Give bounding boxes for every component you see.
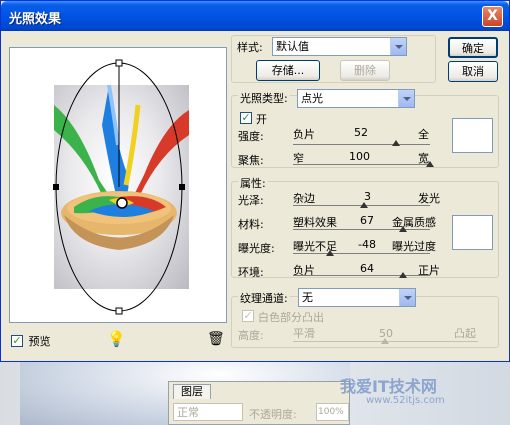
material-slider-track[interactable] [293,229,430,230]
focus-slider-track[interactable] [293,164,430,165]
ok-button[interactable]: 确定 [448,37,498,58]
close-icon: X [487,8,498,24]
material-min-label: 塑料效果 [293,216,337,229]
ambience-slider-track[interactable] [293,275,430,276]
save-button[interactable]: 存储... [256,60,320,81]
light-handle-left [53,184,59,190]
texture-channel-value: 无 [302,291,313,304]
white-high-label: 白色部分凸出 [258,311,324,324]
chevron-down-icon[interactable] [398,90,414,107]
light-type-value: 点光 [301,92,323,105]
intensity-label: 强度: [238,130,264,143]
gloss-label: 光泽: [238,194,264,207]
blend-mode-value: 正常 [177,406,199,419]
light-handle-bottom [115,307,123,315]
opacity-value: 100% [318,407,344,417]
style-select[interactable]: 默认值 [272,37,407,56]
light-type-group: 光照类型: 点光 ✓ 开 强度: 负片 52 全 聚焦: 窄 100 宽 [231,89,499,168]
height-max-label: 凸起 [454,327,476,340]
properties-title: 属性: [238,175,268,191]
save-button-label: 存储... [271,64,305,77]
light-on-label: 开 [256,113,267,126]
blend-mode-select[interactable]: 正常 [173,403,243,421]
layers-panel: 图层 正常 不透明度: 100% [168,381,350,425]
gloss-slider-thumb[interactable] [360,202,368,208]
gloss-max-label: 发光 [418,192,440,205]
opacity-label: 不透明度: [249,408,297,421]
gloss-min-label: 杂边 [293,192,315,205]
light-ellipse-overlay[interactable] [10,48,228,324]
layers-tab-label: 图层 [181,385,203,398]
delete-button-label: 删除 [354,64,376,77]
lightbulb-icon[interactable]: 💡 [107,330,126,348]
cancel-button[interactable]: 取消 [448,61,498,82]
ambience-slider-thumb[interactable] [399,272,407,278]
style-value: 默认值 [276,40,309,53]
preview-area[interactable] [9,47,227,323]
light-handle-top [115,59,123,67]
material-slider-thumb[interactable] [399,226,407,232]
texture-channel-select[interactable]: 无 [298,288,416,307]
properties-group: 属性: 光泽: 杂边 3 发光 材料: 塑料效果 67 金属质感 曝光度: 曝光… [231,175,499,279]
material-label: 材料: [238,218,264,231]
preview-checkbox[interactable]: ✓ [11,335,23,347]
watermark-text: 我爱IT技术网 [340,377,437,396]
light-type-label: 光照类型: [238,90,290,106]
dialog-title: 光照效果 [9,12,62,27]
focus-label: 聚焦: [238,154,264,167]
material-value: 67 [360,214,374,227]
preview-controls: ✓ 预览 💡 🗑 [11,330,226,349]
height-slider-thumb[interactable] [381,338,389,344]
exposure-label: 曝光度: [238,242,275,255]
delete-button[interactable]: 删除 [340,60,390,81]
tab-layers[interactable]: 图层 [173,384,211,399]
style-label: 样式: [237,41,263,54]
lighting-effects-dialog: 光照效果 X ✓ 预览 💡 🗑 样式: 默认值 存储... 删除 确定 取消 光… [0,0,510,362]
trash-icon[interactable]: 🗑 [207,331,225,347]
height-label: 高度: [238,329,264,342]
close-button[interactable]: X [482,6,503,27]
exposure-max-label: 曝光过度 [392,240,436,253]
exposure-slider-thumb[interactable] [326,250,334,256]
light-type-select[interactable]: 点光 [297,89,415,108]
height-min-label: 平滑 [293,327,315,340]
opacity-input[interactable]: 100% [316,403,349,421]
focus-slider-thumb[interactable] [426,161,434,167]
ambience-value: 64 [360,262,374,275]
chevron-down-icon[interactable] [399,289,415,306]
exposure-slider-track[interactable] [293,253,430,254]
white-high-checkbox[interactable]: ✓ [242,310,254,322]
preview-label: 预览 [28,335,51,348]
watermark-url: www.52itjs.com [366,395,445,406]
cancel-button-label: 取消 [462,65,484,78]
texture-group: 纹理通道: 无 ✓ 白色部分凸出 高度: 平滑 50 凸起 [231,288,499,348]
light-on-checkbox[interactable]: ✓ [240,112,252,124]
intensity-slider-track[interactable] [293,144,430,145]
intensity-value: 52 [354,126,368,139]
texture-channel-label: 纹理通道: [238,290,290,306]
intensity-min-label: 负片 [293,128,315,141]
chevron-down-icon[interactable] [390,38,406,55]
title-bar[interactable]: 光照效果 X [1,1,509,31]
light-handle-right [179,184,185,190]
focus-value: 100 [349,150,370,163]
light-color-swatch[interactable] [452,118,493,153]
exposure-value: -48 [358,238,376,251]
ambient-color-swatch[interactable] [452,215,493,250]
ambience-label: 环境: [238,266,264,279]
ok-button-label: 确定 [462,42,484,55]
style-group: 样式: 默认值 存储... 删除 [231,35,436,83]
intensity-slider-thumb[interactable] [392,140,400,146]
intensity-max-label: 全 [418,128,429,141]
